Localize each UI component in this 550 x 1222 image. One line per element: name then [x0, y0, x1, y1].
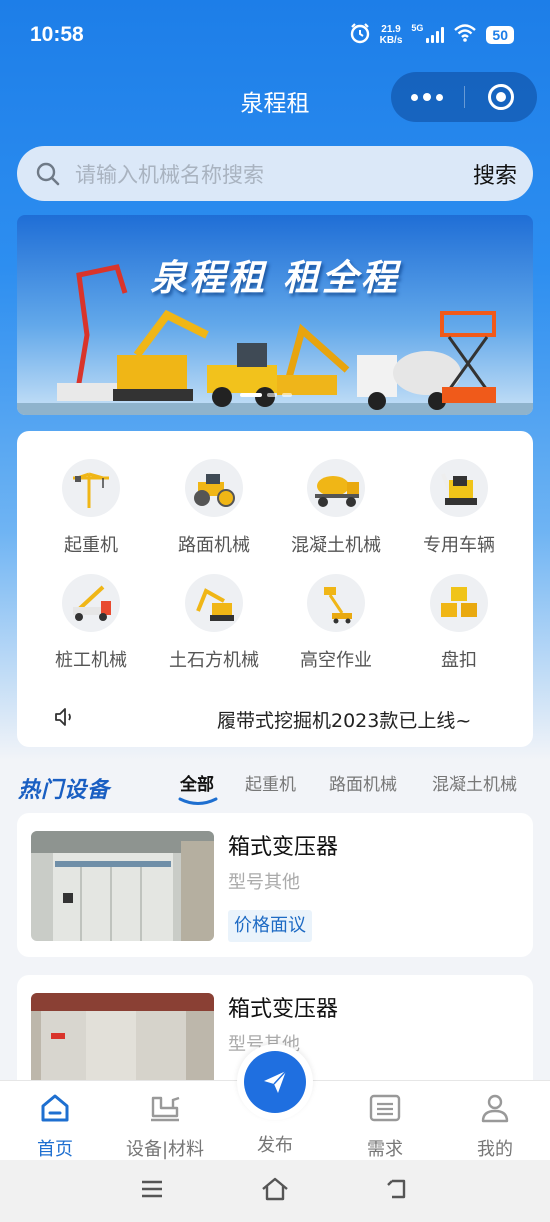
tab-publish[interactable]: 发布 — [220, 1131, 330, 1157]
notice-text: 履带式挖掘机2023款已上线~ — [217, 709, 472, 732]
tab-road-machinery[interactable]: 路面机械 — [329, 770, 397, 795]
net-speed-value: 21.9 — [381, 24, 401, 35]
search-input[interactable]: 请输入机械名称搜索 — [75, 159, 473, 189]
banner-indicator — [240, 393, 292, 397]
product-model: 型号其他 — [228, 872, 300, 893]
status-time: 10:58 — [30, 23, 84, 46]
tab-label: 设备|材料 — [125, 1139, 205, 1160]
product-name: 箱式变压器 — [228, 835, 339, 860]
tab-equipment-materials[interactable]: 设备|材料 — [110, 1091, 220, 1161]
signal-icon — [426, 27, 445, 43]
speaker-icon — [53, 705, 77, 733]
notice-bar[interactable]: 履带式挖掘机2023款已上线~ — [53, 704, 513, 734]
category-label: 混凝土机械 — [291, 535, 381, 556]
network-type: 5G — [411, 23, 424, 33]
product-image — [31, 831, 214, 941]
banner-title: 泉程租 租全程 — [150, 258, 400, 299]
status-bar: 10:58 21.9 KB/s 5G 50 — [0, 0, 550, 70]
wifi-icon — [453, 23, 477, 47]
publish-button[interactable] — [237, 1044, 313, 1120]
category-grid: 起重机 路面机械 混凝土机械 专用车辆 桩工机械 土石方机械 高空作业 盘扣 履… — [17, 431, 533, 747]
category-label: 专用车辆 — [423, 535, 495, 556]
tab-mine[interactable]: 我的 — [440, 1091, 550, 1161]
tab-label: 需求 — [367, 1139, 403, 1160]
category-label: 高空作业 — [300, 650, 372, 671]
tab-concrete-machinery[interactable]: 混凝土机械 — [432, 770, 517, 795]
user-icon — [440, 1091, 550, 1125]
category-special-vehicle[interactable]: 专用车辆 — [399, 459, 519, 557]
category-concrete-machinery[interactable]: 混凝土机械 — [276, 459, 396, 557]
net-speed: 21.9 KB/s — [380, 24, 403, 46]
category-label: 起重机 — [64, 535, 118, 556]
tab-label: 发布 — [257, 1135, 293, 1156]
category-aerial-work[interactable]: 高空作业 — [276, 574, 396, 672]
category-label: 土石方机械 — [169, 650, 259, 671]
promo-banner[interactable]: 泉程租 租全程 — [17, 215, 533, 415]
hot-equipment-header: 热门设备 全部 起重机 路面机械 混凝土机械 — [0, 764, 550, 805]
category-label: 盘扣 — [441, 650, 477, 671]
tab-demand[interactable]: 需求 — [330, 1091, 440, 1161]
tab-crane[interactable]: 起重机 — [245, 770, 296, 795]
tab-all[interactable]: 全部 — [180, 770, 214, 795]
more-icon[interactable] — [391, 72, 464, 122]
product-name: 箱式变压器 — [228, 997, 339, 1022]
mini-excavator-icon — [430, 459, 488, 517]
category-scaffold[interactable]: 盘扣 — [399, 574, 519, 672]
boxes-icon — [430, 574, 488, 632]
battery-icon: 50 — [486, 26, 514, 44]
list-icon — [330, 1091, 440, 1125]
search-button[interactable]: 搜索 — [473, 158, 533, 190]
section-title: 热门设备 — [18, 778, 111, 803]
category-crane[interactable]: 起重机 — [31, 459, 151, 557]
tab-home[interactable]: 首页 — [0, 1091, 110, 1161]
system-nav-bar — [0, 1160, 550, 1222]
mini-program-capsule — [391, 72, 537, 122]
banner-machinery-image — [17, 215, 533, 415]
category-label: 路面机械 — [178, 535, 250, 556]
send-icon — [244, 1051, 306, 1113]
equipment-icon — [110, 1091, 220, 1125]
search-icon — [35, 159, 65, 189]
home-icon — [0, 1091, 110, 1125]
active-tab-indicator — [178, 797, 218, 805]
category-label: 桩工机械 — [55, 650, 127, 671]
product-card[interactable]: 箱式变压器 型号其他 价格面议 — [17, 813, 533, 957]
status-icons: 21.9 KB/s 5G 50 — [349, 22, 514, 48]
back-icon[interactable] — [377, 1174, 417, 1204]
tower-crane-icon — [62, 459, 120, 517]
search-bar[interactable]: 请输入机械名称搜索 搜索 — [17, 146, 533, 201]
tab-label: 我的 — [477, 1139, 513, 1160]
menu-icon[interactable] — [132, 1174, 172, 1204]
category-road-machinery[interactable]: 路面机械 — [154, 459, 274, 557]
crane-truck-icon — [62, 574, 120, 632]
concrete-mixer-icon — [307, 459, 365, 517]
title-bar: 泉程租 — [0, 72, 550, 128]
net-speed-unit: KB/s — [379, 35, 403, 46]
excavator-icon — [185, 574, 243, 632]
category-earthwork-machinery[interactable]: 土石方机械 — [154, 574, 274, 672]
close-target-icon[interactable] — [465, 72, 538, 122]
price-badge: 价格面议 — [228, 910, 312, 942]
tab-label: 首页 — [37, 1139, 73, 1160]
category-piling-machinery[interactable]: 桩工机械 — [31, 574, 151, 672]
alarm-icon — [349, 22, 371, 48]
road-roller-icon — [185, 459, 243, 517]
aerial-lift-icon — [307, 574, 365, 632]
home-nav-icon[interactable] — [255, 1174, 295, 1204]
